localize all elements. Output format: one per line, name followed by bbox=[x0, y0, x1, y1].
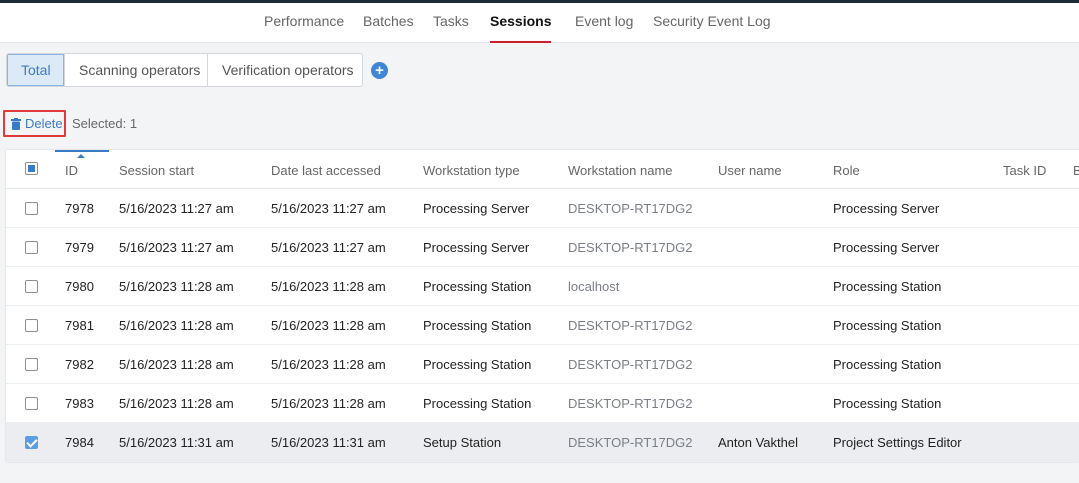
table-row-selected[interactable]: 7984 5/16/2023 11:31 am 5/16/2023 11:31 … bbox=[6, 423, 1079, 462]
cell-workstation-type: Setup Station bbox=[423, 435, 502, 450]
cell-workstation-name: DESKTOP-RT17DG2 bbox=[568, 396, 693, 411]
cell-workstation-type: Processing Server bbox=[423, 240, 530, 255]
row-checkbox[interactable] bbox=[25, 241, 38, 254]
tab-security-event-log[interactable]: Security Event Log bbox=[653, 3, 771, 43]
cell-id: 7980 bbox=[65, 279, 94, 294]
delete-label: Delete bbox=[25, 116, 63, 131]
cell-date-last-accessed: 5/16/2023 11:28 am bbox=[271, 396, 386, 411]
filter-verification-operators[interactable]: Verification operators bbox=[208, 54, 362, 86]
cell-session-start: 5/16/2023 11:28 am bbox=[119, 318, 234, 333]
row-checkbox[interactable] bbox=[25, 280, 38, 293]
plus-circle-icon[interactable]: + bbox=[371, 62, 388, 79]
tab-tasks[interactable]: Tasks bbox=[433, 3, 469, 43]
col-workstation-name[interactable]: Workstation name bbox=[568, 150, 673, 189]
filter-scanning-operators[interactable]: Scanning operators bbox=[65, 54, 208, 86]
table-row[interactable]: 7981 5/16/2023 11:28 am 5/16/2023 11:28 … bbox=[6, 306, 1079, 345]
row-checkbox[interactable] bbox=[25, 436, 38, 449]
cell-session-start: 5/16/2023 11:31 am bbox=[119, 435, 234, 450]
cell-date-last-accessed: 5/16/2023 11:27 am bbox=[271, 240, 386, 255]
col-task-id[interactable]: Task ID bbox=[1003, 150, 1046, 189]
cell-workstation-type: Processing Station bbox=[423, 279, 532, 294]
filter-total[interactable]: Total bbox=[7, 54, 65, 86]
cell-workstation-name: localhost bbox=[568, 279, 620, 294]
trash-icon bbox=[11, 117, 21, 130]
row-checkbox[interactable] bbox=[25, 319, 38, 332]
select-all-checkbox[interactable] bbox=[25, 162, 38, 175]
table-row[interactable]: 7978 5/16/2023 11:27 am 5/16/2023 11:27 … bbox=[6, 189, 1079, 228]
cell-workstation-name: DESKTOP-RT17DG2 bbox=[568, 240, 693, 255]
table-row[interactable]: 7980 5/16/2023 11:28 am 5/16/2023 11:28 … bbox=[6, 267, 1079, 306]
col-id[interactable]: ID bbox=[65, 150, 78, 189]
cell-workstation-type: Processing Station bbox=[423, 357, 532, 372]
cell-session-start: 5/16/2023 11:27 am bbox=[119, 201, 234, 216]
operator-filter: Total Scanning operators Verification op… bbox=[6, 53, 363, 87]
col-user-name[interactable]: User name bbox=[718, 150, 782, 189]
cell-role: Processing Station bbox=[833, 279, 942, 294]
cell-date-last-accessed: 5/16/2023 11:28 am bbox=[271, 279, 386, 294]
cell-workstation-type: Processing Station bbox=[423, 396, 532, 411]
tab-sessions[interactable]: Sessions bbox=[490, 3, 552, 43]
delete-button[interactable]: Delete bbox=[3, 110, 66, 137]
cell-id: 7981 bbox=[65, 318, 94, 333]
cell-session-start: 5/16/2023 11:27 am bbox=[119, 240, 234, 255]
cell-role: Processing Server bbox=[833, 201, 940, 216]
cell-role: Processing Station bbox=[833, 318, 942, 333]
table-row[interactable]: 7982 5/16/2023 11:28 am 5/16/2023 11:28 … bbox=[6, 345, 1079, 384]
table-row[interactable]: 7983 5/16/2023 11:28 am 5/16/2023 11:28 … bbox=[6, 384, 1079, 423]
cell-role: Processing Server bbox=[833, 240, 940, 255]
tab-performance[interactable]: Performance bbox=[264, 3, 344, 43]
cell-date-last-accessed: 5/16/2023 11:31 am bbox=[271, 435, 386, 450]
cell-session-start: 5/16/2023 11:28 am bbox=[119, 396, 234, 411]
col-date-last-accessed[interactable]: Date last accessed bbox=[271, 150, 381, 189]
cell-role: Processing Station bbox=[833, 396, 942, 411]
col-session-start[interactable]: Session start bbox=[119, 150, 194, 189]
cell-workstation-name: DESKTOP-RT17DG2 bbox=[568, 357, 693, 372]
cell-workstation-name: DESKTOP-RT17DG2 bbox=[568, 435, 693, 450]
col-role[interactable]: Role bbox=[833, 150, 860, 189]
cell-role: Processing Station bbox=[833, 357, 942, 372]
cell-id: 7978 bbox=[65, 201, 94, 216]
cell-id: 7983 bbox=[65, 396, 94, 411]
col-b[interactable]: B bbox=[1073, 150, 1079, 189]
row-checkbox[interactable] bbox=[25, 397, 38, 410]
cell-date-last-accessed: 5/16/2023 11:27 am bbox=[271, 201, 386, 216]
tab-batches[interactable]: Batches bbox=[363, 3, 414, 43]
cell-role: Project Settings Editor bbox=[833, 435, 962, 450]
main-tabs: Performance Batches Tasks Sessions Event… bbox=[0, 3, 1079, 43]
cell-workstation-type: Processing Station bbox=[423, 318, 532, 333]
cell-session-start: 5/16/2023 11:28 am bbox=[119, 357, 234, 372]
cell-date-last-accessed: 5/16/2023 11:28 am bbox=[271, 318, 386, 333]
cell-workstation-name: DESKTOP-RT17DG2 bbox=[568, 318, 693, 333]
cell-id: 7979 bbox=[65, 240, 94, 255]
selection-count: Selected: 1 bbox=[72, 116, 138, 131]
table-row[interactable]: 7979 5/16/2023 11:27 am 5/16/2023 11:27 … bbox=[6, 228, 1079, 267]
cell-workstation-name: DESKTOP-RT17DG2 bbox=[568, 201, 693, 216]
sessions-table: ID Session start Date last accessed Work… bbox=[6, 150, 1079, 462]
cell-session-start: 5/16/2023 11:28 am bbox=[119, 279, 234, 294]
tab-event-log[interactable]: Event log bbox=[575, 3, 633, 43]
cell-workstation-type: Processing Server bbox=[423, 201, 530, 216]
col-workstation-type[interactable]: Workstation type bbox=[423, 150, 520, 189]
cell-id: 7982 bbox=[65, 357, 94, 372]
cell-user-name: Anton Vakthel bbox=[718, 435, 798, 450]
row-checkbox[interactable] bbox=[25, 202, 38, 215]
cell-id: 7984 bbox=[65, 435, 94, 450]
cell-date-last-accessed: 5/16/2023 11:28 am bbox=[271, 357, 386, 372]
sort-ascending-icon bbox=[55, 150, 109, 158]
table-header: ID Session start Date last accessed Work… bbox=[6, 150, 1079, 189]
row-checkbox[interactable] bbox=[25, 358, 38, 371]
